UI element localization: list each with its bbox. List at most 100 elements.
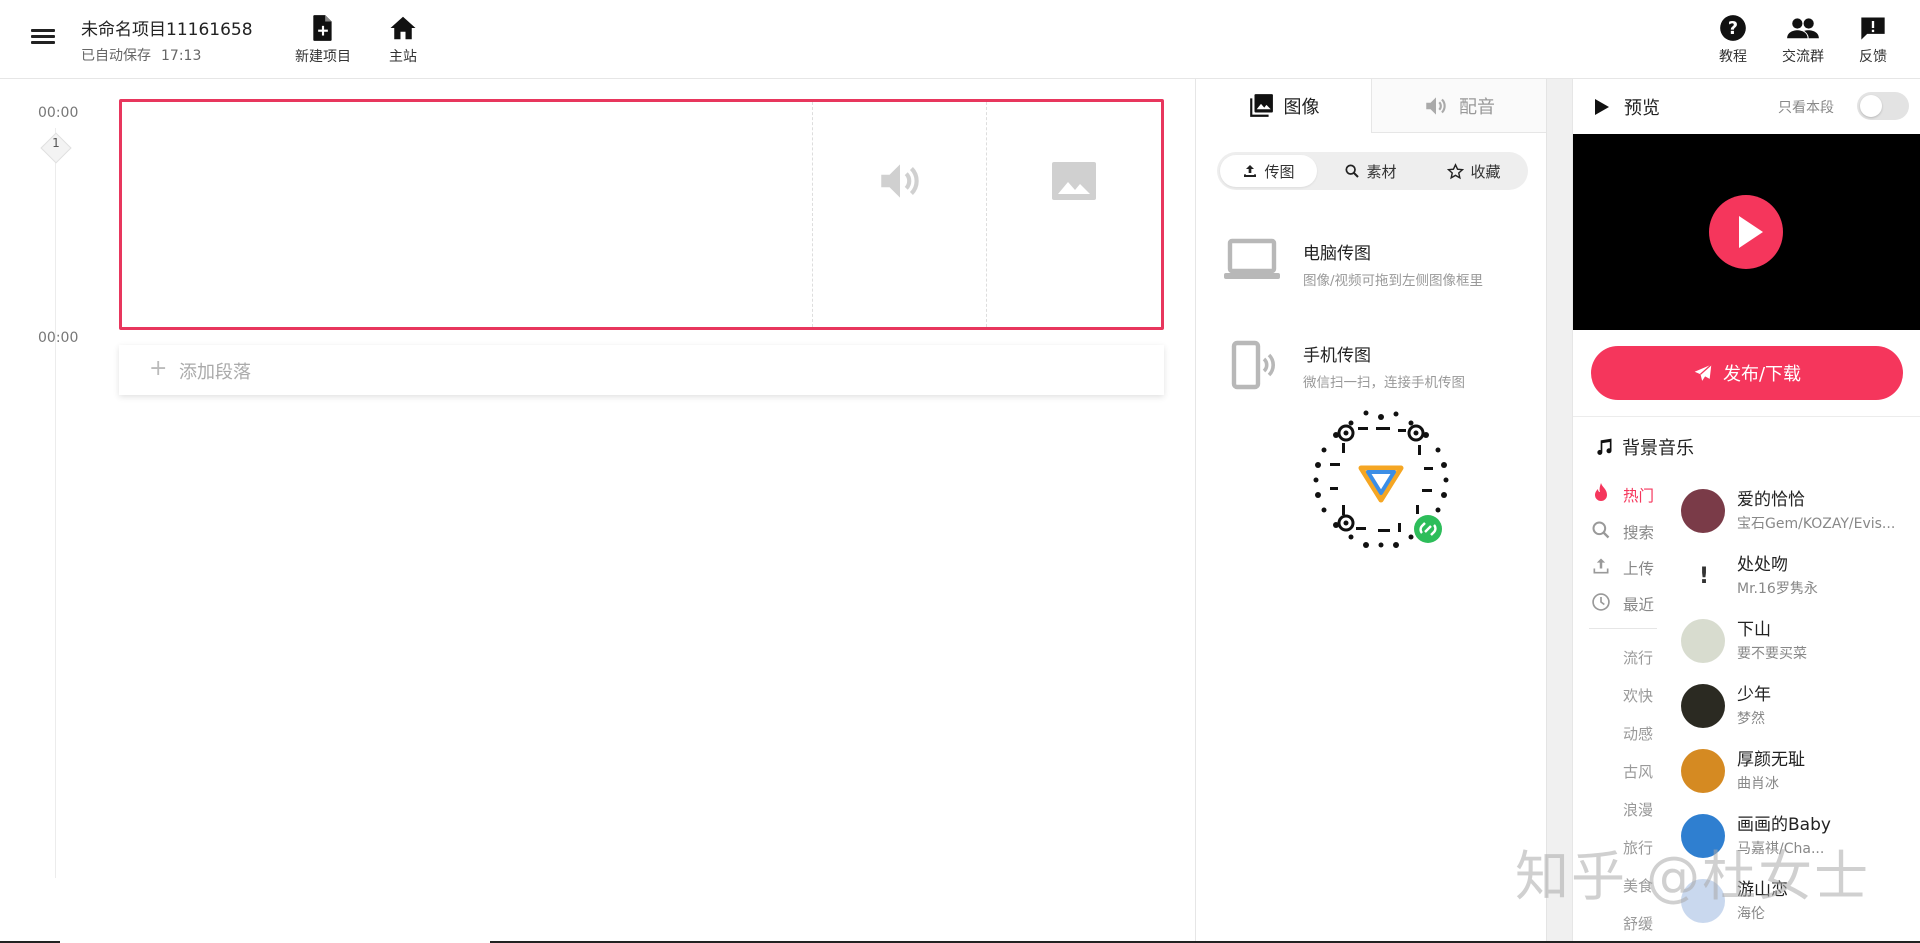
song-artist: 曲肖冰	[1737, 776, 1779, 792]
qr-code-icon	[1313, 410, 1449, 548]
upload-icon	[1244, 165, 1257, 177]
segment-image-slot[interactable]	[986, 102, 1161, 327]
media-tabs: 图像 配音	[1196, 79, 1546, 133]
home-button[interactable]: 主站	[388, 14, 418, 66]
category-divider	[1589, 628, 1657, 629]
tab-upload-label: 传图	[1264, 162, 1295, 181]
pc-upload-option[interactable]: 电脑传图 图像/视频可拖到左侧图像框里	[1222, 229, 1542, 299]
phone-upload-desc: 微信扫一扫，连接手机传图	[1303, 375, 1465, 391]
home-icon	[390, 16, 416, 40]
autosave-status: 已自动保存 17:13	[81, 45, 201, 65]
media-panel-scrollbar[interactable]	[1546, 79, 1572, 943]
tutorial-button[interactable]: ? 教程	[1719, 14, 1747, 66]
autosave-time: 17:13	[161, 48, 202, 64]
song-name: 少年	[1737, 685, 1771, 705]
project-title[interactable]: 未命名项目11161658	[81, 15, 253, 40]
song-artist: 宝石Gem/KOZAY/Evis...	[1737, 516, 1896, 532]
segment-start-time: 00:00	[38, 105, 79, 121]
image-source-switch: 传图 素材 收藏	[1217, 152, 1528, 190]
song-artist: 海伦	[1737, 906, 1765, 922]
phone-upload-option[interactable]: 手机传图 微信扫一扫，连接手机传图	[1222, 331, 1542, 401]
play-button[interactable]	[1709, 195, 1783, 269]
preview-header: 预览 只看本段	[1573, 79, 1920, 134]
search-icon	[1592, 521, 1610, 539]
bgm-category-hot[interactable]: 热门	[1623, 484, 1654, 506]
tab-image[interactable]: 图像	[1196, 79, 1371, 133]
bgm-header: 背景音乐	[1594, 434, 1694, 460]
tab-favorites[interactable]: 收藏	[1424, 155, 1524, 187]
segment-end-time: 00:00	[38, 330, 79, 346]
genre-item[interactable]: 舒缓	[1623, 913, 1653, 934]
menu-icon[interactable]	[31, 26, 57, 50]
laptop-icon	[1224, 238, 1280, 279]
segment-number: 1	[52, 136, 60, 150]
only-segment-toggle[interactable]	[1857, 92, 1909, 120]
genre-item[interactable]: 旅行	[1623, 837, 1653, 858]
autosave-label: 已自动保存	[81, 48, 151, 64]
help-icon: ?	[1720, 15, 1746, 41]
song-item[interactable]: 爱的恰恰 宝石Gem/KOZAY/Evis...	[1681, 485, 1920, 541]
pc-upload-desc: 图像/视频可拖到左侧图像框里	[1303, 273, 1484, 289]
pc-upload-title: 电脑传图	[1303, 244, 1371, 264]
music-note-icon	[1597, 438, 1612, 455]
genre-item[interactable]: 流行	[1623, 647, 1653, 668]
bgm-category-search[interactable]: 搜索	[1623, 521, 1654, 543]
genre-item[interactable]: 浪漫	[1623, 799, 1653, 820]
video-player[interactable]	[1573, 134, 1920, 330]
tab-materials[interactable]: 素材	[1322, 155, 1419, 187]
segment-card[interactable]	[119, 99, 1164, 330]
song-cover	[1681, 619, 1725, 663]
bgm-category-recent[interactable]: 最近	[1623, 593, 1654, 615]
upload-icon	[1593, 558, 1609, 574]
group-icon	[1787, 18, 1819, 39]
song-cover	[1681, 814, 1725, 858]
song-artist: 要不要买菜	[1737, 646, 1807, 662]
segment-audio-slot[interactable]	[812, 102, 986, 327]
tab-favorites-label: 收藏	[1470, 162, 1501, 181]
gallery-icon	[1249, 94, 1273, 117]
preview-title: 预览	[1624, 98, 1660, 119]
publish-download-button[interactable]: 发布/下载	[1591, 346, 1903, 400]
community-button[interactable]: 交流群	[1782, 14, 1824, 66]
search-icon	[1345, 164, 1360, 178]
tab-image-label: 图像	[1283, 97, 1320, 118]
top-bar: 未命名项目11161658 已自动保存 17:13 新建项目 主站 ? 教程 交…	[0, 0, 1920, 79]
song-name: 画画的Baby	[1737, 815, 1831, 835]
only-segment-label: 只看本段	[1778, 100, 1834, 116]
add-segment-button[interactable]: + 添加段落	[119, 345, 1164, 395]
genre-item[interactable]: 欢快	[1623, 685, 1653, 706]
new-file-icon	[313, 15, 332, 41]
genre-item[interactable]: 美食	[1623, 875, 1653, 896]
tab-voice[interactable]: 配音	[1371, 79, 1546, 133]
tab-materials-label: 素材	[1366, 162, 1397, 181]
song-artist: 马嘉祺/Cha...	[1737, 841, 1825, 857]
play-icon[interactable]	[1594, 98, 1610, 116]
song-cover: !	[1681, 554, 1725, 598]
song-item[interactable]: 画画的Baby 马嘉祺/Cha...	[1681, 810, 1920, 866]
song-item[interactable]: 游山恋 海伦	[1681, 875, 1920, 931]
app-root: 未命名项目11161658 已自动保存 17:13 新建项目 主站 ? 教程 交…	[0, 0, 1920, 943]
publish-label: 发布/下载	[1722, 364, 1802, 385]
song-cover	[1681, 879, 1725, 923]
segment-text-area[interactable]	[122, 102, 812, 327]
plus-icon: +	[149, 356, 168, 381]
song-item[interactable]: 下山 要不要买菜	[1681, 615, 1920, 671]
image-placeholder-icon	[1052, 161, 1096, 200]
tab-upload[interactable]: 传图	[1220, 155, 1317, 187]
song-item[interactable]: 厚颜无耻 曲肖冰	[1681, 745, 1920, 801]
feedback-button[interactable]: 反馈	[1859, 14, 1887, 66]
tutorial-label: 教程	[1719, 49, 1747, 65]
song-cover	[1681, 749, 1725, 793]
song-item[interactable]: 少年 梦然	[1681, 680, 1920, 736]
song-item[interactable]: ! 处处吻 Mr.16罗隽永	[1681, 550, 1920, 606]
bgm-category-upload[interactable]: 上传	[1623, 557, 1654, 579]
song-cover	[1681, 489, 1725, 533]
timeline-track	[55, 128, 56, 878]
home-label: 主站	[389, 49, 417, 65]
genre-item[interactable]: 古风	[1623, 761, 1653, 782]
song-cover	[1681, 684, 1725, 728]
genre-item[interactable]: 动感	[1623, 723, 1653, 744]
speaker-icon	[880, 163, 919, 198]
new-project-button[interactable]: 新建项目	[295, 14, 351, 66]
star-icon	[1447, 162, 1465, 179]
